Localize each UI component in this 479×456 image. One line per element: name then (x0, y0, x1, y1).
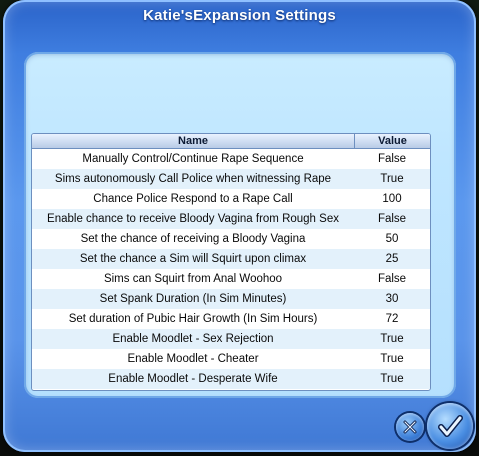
checkmark-icon (438, 415, 463, 437)
table-row[interactable]: Chance Police Respond to a Rape Call 100 (32, 189, 430, 209)
setting-name: Sims can Squirt from Anal Woohoo (103, 273, 283, 285)
setting-value[interactable]: False (354, 149, 430, 169)
table-row[interactable]: Enable chance to receive Bloody Vagina f… (32, 209, 430, 229)
setting-value[interactable]: 30 (354, 289, 430, 309)
table-row[interactable]: Set the chance a Sim will Squirt upon cl… (32, 249, 430, 269)
setting-value[interactable]: False (354, 209, 430, 229)
table-body: Manually Control/Continue Rape Sequence … (32, 149, 430, 390)
setting-name: Set the chance a Sim will Squirt upon cl… (79, 253, 307, 265)
setting-name: Set duration of Pubic Hair Growth (In Si… (68, 313, 318, 325)
setting-name: Set the chance of receiving a Bloody Vag… (80, 233, 306, 245)
setting-name: Set Spank Duration (In Sim Minutes) (99, 293, 287, 305)
table-row[interactable]: Enable Moodlet - Sex Rejection True (32, 329, 430, 349)
setting-name: Enable Moodlet - Desperate Wife (108, 373, 278, 385)
table-row[interactable]: Set Spank Duration (In Sim Minutes) 30 (32, 289, 430, 309)
screen: Katie'sExpansion Settings Name Value Man… (0, 0, 479, 456)
setting-value[interactable]: False (354, 269, 430, 289)
setting-value[interactable]: True (354, 349, 430, 369)
table-row[interactable]: Set duration of Pubic Hair Growth (In Si… (32, 309, 430, 329)
column-header-value[interactable]: Value (355, 134, 430, 148)
table-row[interactable]: Set the chance of receiving a Bloody Vag… (32, 229, 430, 249)
setting-name: Sims autonomously Call Police when witne… (54, 173, 332, 185)
table-row[interactable]: Sims autonomously Call Police when witne… (32, 169, 430, 189)
setting-value[interactable]: 25 (354, 249, 430, 269)
settings-table: Name Value Manually Control/Continue Rap… (31, 133, 431, 391)
table-row[interactable]: Enable Moodlet - Desperate Wife True (32, 369, 430, 389)
setting-name: Enable Moodlet - Sex Rejection (112, 333, 274, 345)
column-header-name[interactable]: Name (32, 134, 355, 148)
cancel-button[interactable] (396, 413, 424, 441)
dialog-title: Katie'sExpansion Settings (143, 7, 336, 24)
setting-value[interactable]: 100 (354, 189, 430, 209)
table-row[interactable]: Enable Moodlet - Cheater True (32, 349, 430, 369)
setting-value[interactable]: 50 (354, 229, 430, 249)
setting-name: Manually Control/Continue Rape Sequence (82, 153, 304, 165)
setting-value[interactable]: True (354, 169, 430, 189)
table-row[interactable]: Sims can Squirt from Anal Woohoo False (32, 269, 430, 289)
setting-name: Chance Police Respond to a Rape Call (93, 193, 293, 205)
ok-button[interactable] (427, 403, 473, 449)
setting-name: Enable chance to receive Bloody Vagina f… (47, 213, 339, 225)
table-header: Name Value (32, 134, 430, 149)
setting-value[interactable]: 72 (354, 309, 430, 329)
setting-name: Enable Moodlet - Cheater (127, 353, 259, 365)
setting-value[interactable]: True (354, 329, 430, 349)
table-row[interactable]: Manually Control/Continue Rape Sequence … (32, 149, 430, 169)
setting-value[interactable]: True (354, 369, 430, 389)
close-icon (403, 420, 417, 434)
